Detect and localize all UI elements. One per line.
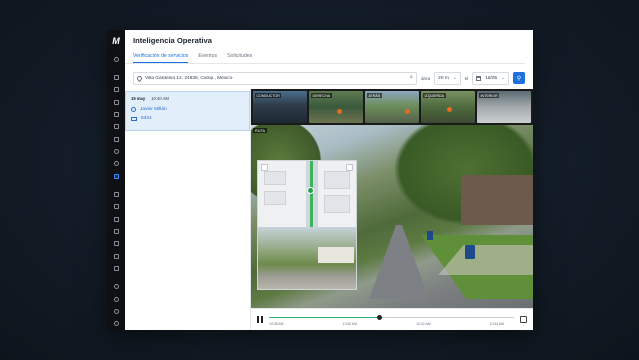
radius-select[interactable]: 20 m ⌄ — [434, 71, 461, 85]
camera-thumb-derecha[interactable]: DERECHA — [309, 91, 363, 123]
box-icon[interactable] — [107, 108, 125, 120]
timeline-scrubber[interactable] — [376, 314, 382, 320]
results-list: 15 may 10:40 AM Javier Millán 5324 — [125, 89, 251, 330]
street-road — [369, 225, 429, 299]
tab-verificacion[interactable]: Verificación de servicios — [133, 50, 189, 63]
timeline-tick: 10:38 AM — [269, 321, 284, 326]
pause-icon[interactable] — [257, 316, 263, 323]
trash-bin — [465, 245, 475, 259]
map-layers-icon[interactable] — [261, 164, 268, 171]
result-card[interactable]: 15 may 10:40 AM Javier Millán 5324 — [125, 91, 250, 131]
camera-thumb-interior[interactable]: INTERIOR — [477, 91, 531, 123]
pin-icon[interactable] — [107, 158, 125, 170]
person-icon[interactable] — [107, 281, 125, 293]
marker-icon — [337, 109, 342, 114]
route-label: RUTA — [253, 128, 268, 133]
video-frame[interactable]: RUTA — [251, 125, 533, 308]
camera-thumb-atras[interactable]: ATRÁS — [365, 91, 419, 123]
camera-thumb-conductor[interactable]: CONDUCTOR — [253, 91, 307, 123]
address-search-input[interactable]: Villa Gardenia 12, 24839, Camp., México … — [133, 71, 417, 85]
calendar-icon[interactable] — [107, 238, 125, 250]
list-icon[interactable] — [107, 213, 125, 225]
help-icon[interactable] — [107, 293, 125, 305]
driver-name[interactable]: Javier Millán — [140, 107, 167, 112]
map-expand-icon[interactable] — [346, 164, 353, 171]
chart-icon[interactable] — [107, 170, 125, 182]
vehicle-id[interactable]: 5324 — [141, 116, 152, 121]
map-icon[interactable] — [107, 71, 125, 83]
content-area: 15 may 10:40 AM Javier Millán 5324 CONDU… — [125, 89, 533, 330]
page-title: Inteligencia Operativa — [133, 36, 212, 45]
location-pin-icon — [135, 74, 144, 82]
timeline-tick: 10:44 AM — [489, 321, 505, 326]
date-select[interactable]: 15/05 ⌄ — [472, 71, 509, 85]
chevron-down-icon: ⌄ — [501, 75, 505, 80]
folder-icon[interactable] — [107, 262, 125, 274]
playback-bar: 10:38 AM 10:40 AM 10:42 AM 10:44 AM — [251, 308, 533, 330]
search-button[interactable]: ⚲ — [513, 72, 525, 84]
bell-icon[interactable] — [107, 305, 125, 317]
image-icon[interactable] — [107, 96, 125, 108]
nav-rail: M — [107, 30, 125, 330]
marker-icon — [405, 109, 410, 114]
tag-icon[interactable] — [107, 133, 125, 145]
fullscreen-icon[interactable] — [520, 316, 527, 323]
filter-bar: Villa Gardenia 12, 24839, Camp., México … — [125, 67, 533, 89]
app-window: M Inteligencia Operativa Verificación de… — [107, 30, 533, 330]
slider-icon[interactable] — [107, 225, 125, 237]
archive-icon[interactable] — [107, 250, 125, 262]
timeline-track[interactable]: 10:38 AM 10:40 AM 10:42 AM 10:44 AM — [269, 313, 514, 327]
doc-icon[interactable] — [107, 188, 125, 200]
timeline-tick: 10:40 AM — [342, 321, 358, 326]
settings-icon[interactable] — [107, 318, 125, 330]
camera-strip: CONDUCTOR DERECHA ATRÁS IZQUIERDA INTERI… — [251, 89, 533, 125]
driver-icon — [131, 107, 136, 112]
user-icon[interactable] — [107, 145, 125, 157]
camera-thumb-izquierda[interactable]: IZQUIERDA — [421, 91, 475, 123]
radius-value: 20 m — [438, 75, 449, 81]
trash-bin — [427, 231, 433, 240]
search-icon: ⚲ — [516, 75, 522, 82]
truck-icon — [131, 116, 137, 121]
vehicle-location-icon — [307, 187, 314, 194]
main-panel: Inteligencia Operativa Verificación de s… — [125, 30, 533, 330]
street-view-image — [258, 227, 356, 289]
search-icon[interactable] — [107, 53, 125, 65]
app-logo: M — [112, 36, 120, 46]
tab-bar: Verificación de servicios Eventos Solici… — [125, 50, 525, 64]
shield-icon[interactable] — [107, 84, 125, 96]
address-search-value[interactable]: Villa Gardenia 12, 24839, Camp., México — [145, 76, 406, 81]
area-label: área — [420, 75, 431, 81]
route-map[interactable] — [258, 161, 356, 227]
clear-icon[interactable]: × — [409, 75, 413, 81]
tab-eventos[interactable]: Eventos — [198, 50, 217, 63]
layers-icon[interactable] — [107, 201, 125, 213]
date-value: 15/05 — [485, 75, 498, 81]
tab-solicitudes[interactable]: Solicitudes — [227, 50, 252, 63]
route-overlay-panel[interactable] — [257, 160, 357, 290]
result-date: 15 may — [131, 96, 146, 101]
marker-icon — [447, 107, 452, 112]
media-viewer: CONDUCTOR DERECHA ATRÁS IZQUIERDA INTERI… — [251, 89, 533, 330]
result-time: 10:40 AM — [151, 96, 169, 101]
calendar-icon — [476, 75, 482, 81]
route-line — [310, 161, 313, 227]
chevron-down-icon: ⌄ — [452, 75, 457, 80]
timeline-progress — [269, 316, 380, 318]
date-label: el — [464, 75, 469, 81]
camera-icon[interactable] — [107, 121, 125, 133]
timeline-tick: 10:42 AM — [416, 321, 431, 326]
